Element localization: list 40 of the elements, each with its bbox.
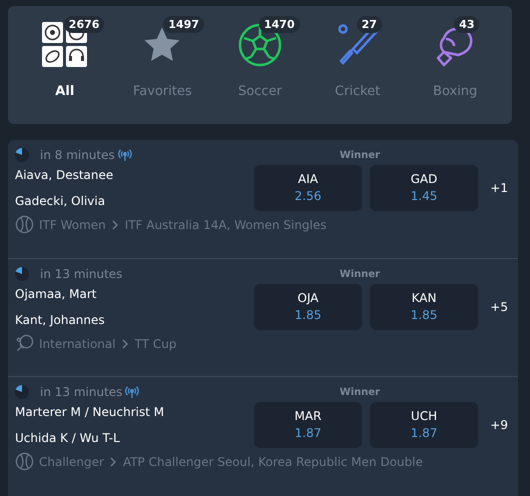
- chevron-right-icon: [122, 338, 129, 348]
- tennis-ball-icon: [15, 215, 34, 234]
- start-time: in 8 minutes: [40, 147, 115, 164]
- odds-button[interactable]: AIA 2.56: [254, 165, 362, 211]
- category-tab[interactable]: 27 Cricket: [308, 6, 406, 124]
- chevron-right-icon: [112, 220, 119, 230]
- player-name: Kant, Johannes: [15, 312, 106, 329]
- player-name: Aiava, Destanee: [15, 167, 114, 184]
- odds-button[interactable]: MAR 1.87: [254, 402, 362, 448]
- count-badge: 1470: [258, 16, 300, 33]
- player-name: Uchida K / Wu T-L: [15, 430, 121, 447]
- market-label: Winner: [340, 148, 380, 162]
- player-name: Marterer M / Neuchrist M: [15, 404, 166, 421]
- odds-button[interactable]: GAD 1.45: [370, 165, 478, 211]
- clock-pie-icon: [15, 267, 29, 281]
- start-time: in 13 minutes: [40, 384, 122, 401]
- player-name: Ojamaa, Mart: [15, 286, 98, 303]
- table-tennis-paddle-icon: [15, 334, 34, 353]
- more-markets-button[interactable]: +9: [478, 416, 508, 434]
- clock-pie-icon: [15, 148, 29, 162]
- chevron-right-icon: [110, 456, 117, 466]
- odds-button[interactable]: KAN 1.85: [370, 284, 478, 330]
- more-markets-button[interactable]: +1: [478, 179, 508, 197]
- tennis-ball-icon: [15, 452, 34, 471]
- category-tab[interactable]: 1470 Soccer: [211, 6, 309, 124]
- count-badge: 1497: [163, 16, 204, 33]
- count-badge: 43: [454, 16, 480, 33]
- clock-pie-icon: [15, 385, 29, 399]
- market-label: Winner: [340, 386, 380, 400]
- odds-button[interactable]: OJA 1.85: [254, 284, 362, 330]
- start-time: in 13 minutes: [40, 266, 122, 283]
- category-tab[interactable]: 1497 Favorites: [114, 6, 212, 124]
- count-badge: 2676: [64, 16, 104, 33]
- market-label: Winner: [340, 268, 380, 282]
- more-markets-button[interactable]: +5: [478, 298, 508, 316]
- category-tab[interactable]: 43 Boxing: [406, 6, 504, 124]
- count-badge: 27: [356, 16, 382, 33]
- player-name: Gadecki, Olivia: [15, 193, 106, 210]
- category-tab[interactable]: 2676 All: [16, 6, 114, 124]
- odds-button[interactable]: UCH 1.87: [370, 402, 478, 448]
